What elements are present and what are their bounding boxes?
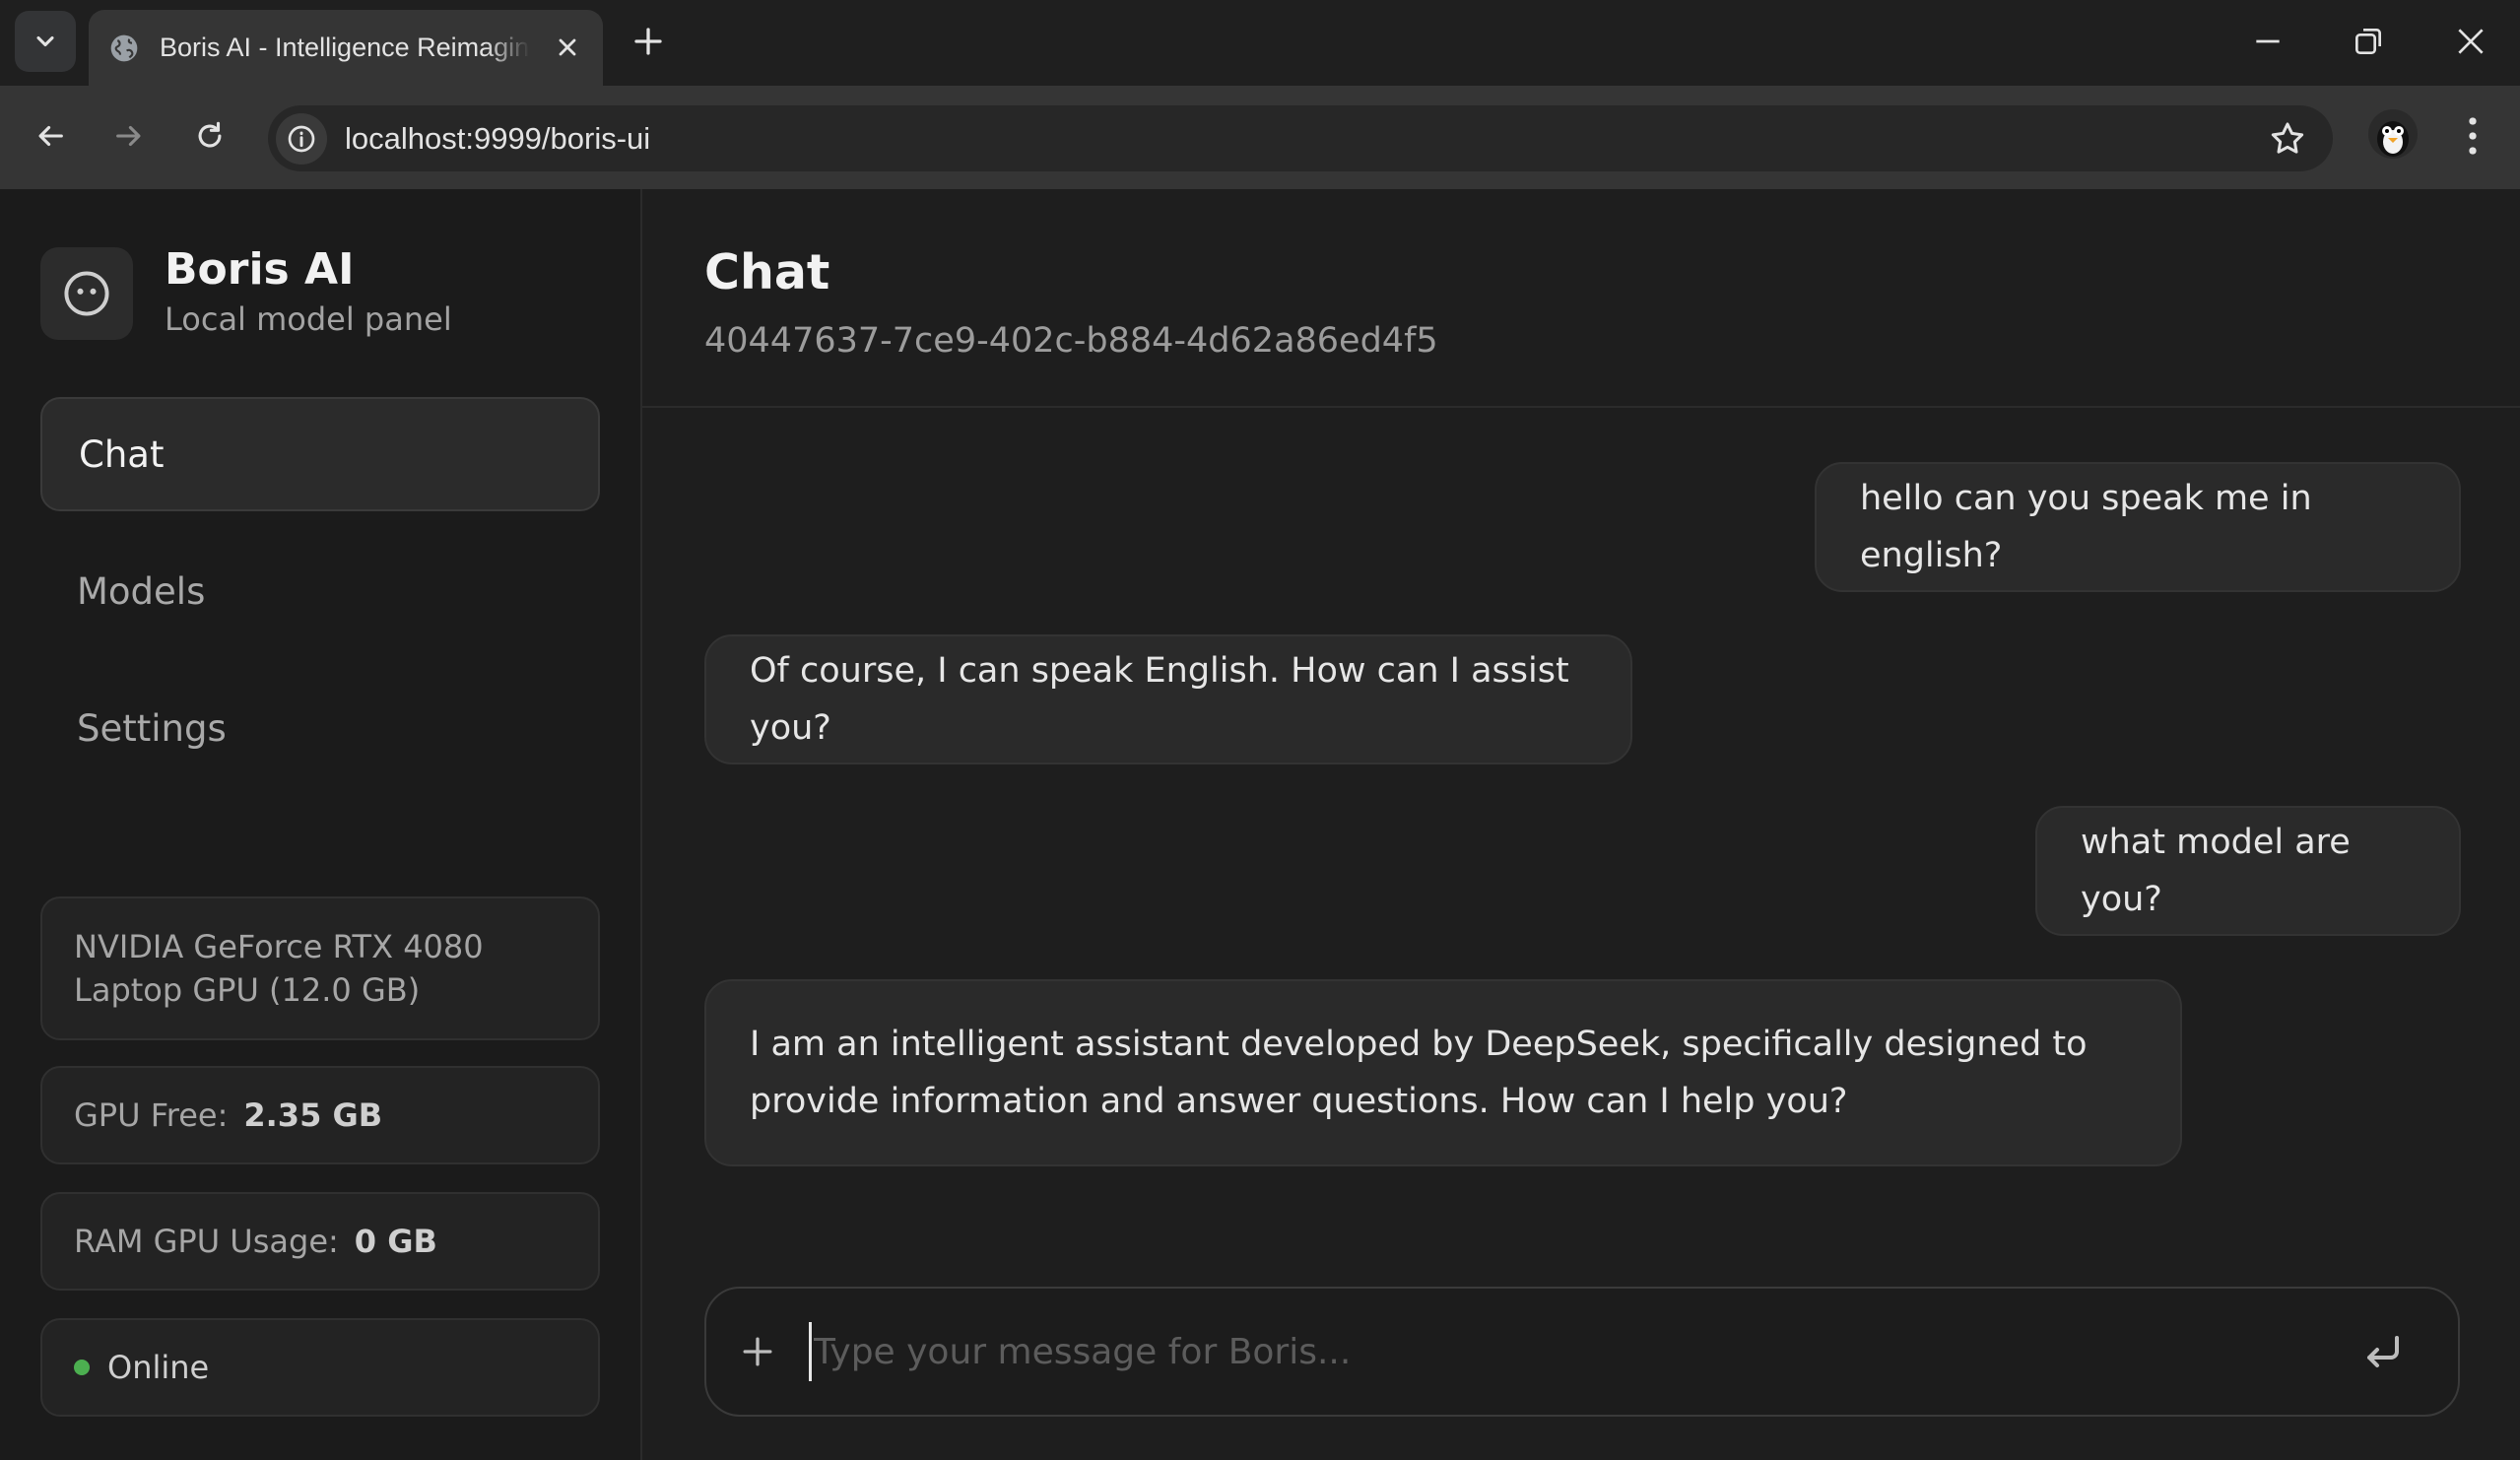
chevron-down-icon xyxy=(36,35,54,47)
ram-gpu-card: RAM GPU Usage: 0 GB xyxy=(40,1192,600,1291)
site-info-button[interactable] xyxy=(276,112,327,165)
status-dot-icon xyxy=(74,1360,90,1375)
nav-item-label: Chat xyxy=(79,432,165,476)
info-icon xyxy=(288,125,315,152)
message-text: hello can you speak me in english? xyxy=(1860,479,2312,575)
arrow-right-icon xyxy=(116,125,141,147)
add-attachment-icon[interactable] xyxy=(736,1330,779,1373)
address-bar[interactable]: localhost:9999/boris-ui xyxy=(268,105,2333,171)
brand-subtitle: Local model panel xyxy=(165,300,452,338)
close-tab-icon[interactable] xyxy=(554,33,581,61)
kebab-menu-icon[interactable] xyxy=(2453,111,2492,161)
enter-send-icon[interactable] xyxy=(2359,1328,2407,1375)
assistant-message: Of course, I can speak English. How can … xyxy=(704,634,1632,764)
status-text: Online xyxy=(107,1349,210,1386)
brand-name: Boris AI xyxy=(165,244,355,295)
nav-item-label: Settings xyxy=(77,706,227,750)
tab-title: Boris AI - Intelligence Reimagined xyxy=(160,33,530,62)
reload-button[interactable] xyxy=(185,111,234,161)
nav-item-chat[interactable]: Chat xyxy=(40,397,600,511)
forward-button[interactable] xyxy=(104,111,154,161)
status-card: Online xyxy=(40,1318,600,1417)
nav-item-settings[interactable]: Settings xyxy=(40,671,600,785)
assistant-message: I am an intelligent assistant developed … xyxy=(704,979,2182,1166)
new-tab-icon[interactable] xyxy=(630,24,666,59)
gpu-free-card: GPU Free: 2.35 GB xyxy=(40,1066,600,1164)
profile-avatar[interactable] xyxy=(2368,109,2418,159)
globe-icon xyxy=(110,34,138,61)
nav-item-label: Models xyxy=(77,569,206,613)
message-text: I am an intelligent assistant developed … xyxy=(750,1025,2088,1121)
user-message: what model are you? xyxy=(2035,806,2461,936)
penguin-avatar-icon xyxy=(2377,121,2409,157)
message-input[interactable] xyxy=(809,1322,2330,1381)
arrow-left-icon xyxy=(38,125,63,147)
chat-session-id: 40447637-7ce9-402c-b884-4d62a86ed4f5 xyxy=(704,321,1438,361)
user-message: hello can you speak me in english? xyxy=(1815,462,2461,592)
bookmark-star-icon[interactable] xyxy=(2268,119,2307,159)
nav-item-models[interactable]: Models xyxy=(40,534,600,648)
browser-tabstrip: Boris AI - Intelligence Reimagined xyxy=(0,0,2520,86)
restore-icon[interactable] xyxy=(2349,22,2388,61)
sidebar: Boris AI Local model panel Chat Models S… xyxy=(0,189,642,1460)
message-text: Of course, I can speak English. How can … xyxy=(750,651,1569,748)
gpu-free-label: GPU Free: xyxy=(74,1096,229,1134)
browser-tab[interactable]: Boris AI - Intelligence Reimagined xyxy=(89,10,603,86)
gpu-free-value: 2.35 GB xyxy=(243,1096,383,1134)
close-window-icon[interactable] xyxy=(2451,22,2490,61)
reload-icon xyxy=(198,121,222,148)
chat-panel: Chat 40447637-7ce9-402c-b884-4d62a86ed4f… xyxy=(642,189,2520,1460)
tab-search-button[interactable] xyxy=(15,11,76,72)
minimize-icon[interactable] xyxy=(2248,22,2288,61)
message-composer xyxy=(704,1287,2460,1417)
page-title: Chat xyxy=(704,244,830,300)
brand-logo xyxy=(40,247,133,340)
browser-toolbar: localhost:9999/boris-ui xyxy=(0,86,2520,189)
ram-gpu-label: RAM GPU Usage: xyxy=(74,1223,339,1260)
boris-app: Boris AI Local model panel Chat Models S… xyxy=(0,189,2520,1460)
gpu-name-card: NVIDIA GeForce RTX 4080 Laptop GPU (12.0… xyxy=(40,896,600,1040)
robot-face-icon xyxy=(64,271,109,316)
message-text: what model are you? xyxy=(2081,823,2351,919)
gpu-name: NVIDIA GeForce RTX 4080 Laptop GPU (12.0… xyxy=(74,928,484,1009)
url-text[interactable]: localhost:9999/boris-ui xyxy=(345,121,650,157)
chat-header: Chat 40447637-7ce9-402c-b884-4d62a86ed4f… xyxy=(642,189,2520,408)
ram-gpu-value: 0 GB xyxy=(354,1223,437,1260)
back-button[interactable] xyxy=(26,111,75,161)
